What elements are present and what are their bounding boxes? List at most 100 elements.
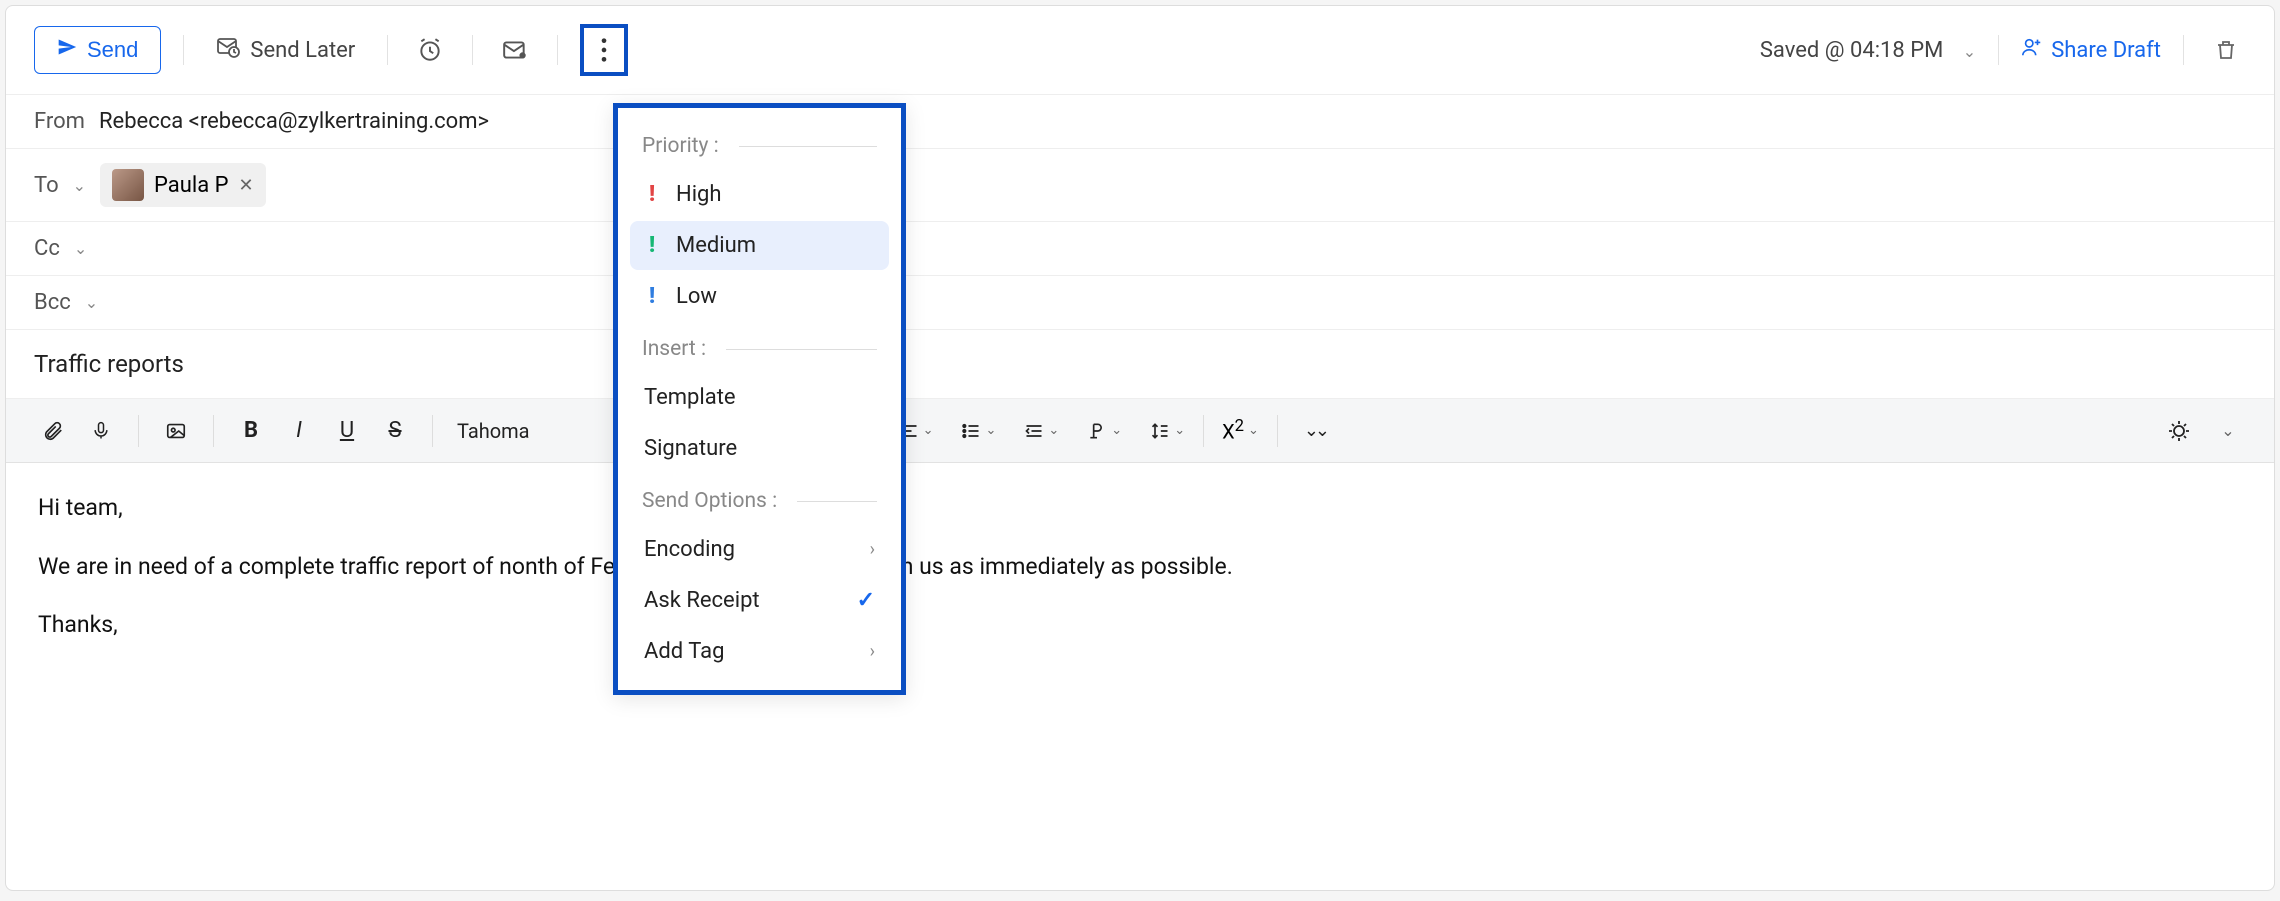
indent-button[interactable]: ⌄	[1024, 421, 1059, 441]
cc-label: Cc	[34, 236, 60, 261]
chevron-down-icon: ⌄	[985, 423, 996, 438]
separator	[1203, 415, 1204, 447]
format-toolbar: B I U S Tahoma A A ⌄ ⌄ ⌄ ⌄ ⌄	[6, 399, 2274, 463]
divider	[1998, 35, 1999, 65]
underline-button[interactable]: U	[328, 412, 366, 450]
direction-button[interactable]: ⌄	[1087, 421, 1122, 441]
toolbar-left: Send Send Later	[34, 24, 628, 76]
add-tag-item[interactable]: Add Tag ›	[630, 627, 889, 676]
send-later-button[interactable]: Send Later	[206, 29, 365, 71]
share-draft-label: Share Draft	[2051, 38, 2161, 63]
from-value[interactable]: Rebecca <rebecca@zylkertraining.com>	[99, 109, 489, 134]
priority-high-icon: !	[644, 182, 660, 207]
divider	[183, 35, 184, 65]
chevron-down-icon[interactable]: ⌄	[73, 176, 86, 195]
divider	[2183, 35, 2184, 65]
signature-label: Signature	[644, 436, 737, 461]
ask-receipt-label: Ask Receipt	[644, 588, 760, 613]
priority-high-item[interactable]: ! High	[630, 170, 889, 219]
chevron-down-icon[interactable]: ⌄	[2208, 412, 2246, 450]
ask-receipt-item[interactable]: Ask Receipt ✓	[630, 576, 889, 625]
chevron-down-icon: ⌄	[1048, 423, 1059, 438]
attachment-icon[interactable]	[34, 412, 72, 450]
chevron-down-icon: ⌄	[1174, 423, 1185, 438]
divider	[472, 35, 473, 65]
chevron-down-icon[interactable]: ⌄	[74, 239, 87, 258]
superscript-button[interactable]: X2 ⌄	[1222, 417, 1259, 444]
priority-low-label: Low	[676, 284, 717, 309]
chevron-right-icon: ›	[870, 641, 875, 662]
divider	[387, 35, 388, 65]
subject-input[interactable]: Traffic reports	[6, 330, 2274, 399]
bcc-label: Bcc	[34, 290, 71, 315]
send-button[interactable]: Send	[34, 26, 161, 74]
separator	[138, 415, 139, 447]
to-label: To	[34, 173, 59, 198]
insert-signature-item[interactable]: Signature	[630, 424, 889, 473]
list-button[interactable]: ⌄	[961, 421, 996, 441]
body-line: Thanks,	[38, 608, 2242, 643]
separator	[1277, 415, 1278, 447]
send-button-label: Send	[87, 37, 138, 63]
email-body[interactable]: Hi team, We are in need of a complete tr…	[6, 463, 2274, 695]
add-tag-label: Add Tag	[644, 639, 724, 664]
chevron-down-icon[interactable]: ⌄	[85, 293, 98, 312]
italic-button[interactable]: I	[280, 412, 318, 450]
font-family-select[interactable]: Tahoma	[451, 419, 536, 443]
send-icon	[57, 37, 77, 63]
delete-icon[interactable]	[2206, 30, 2246, 70]
send-later-icon	[216, 35, 240, 65]
top-toolbar: Send Send Later Sav	[6, 6, 2274, 95]
strikethrough-button[interactable]: S	[376, 412, 414, 450]
separator	[213, 415, 214, 447]
priority-low-item[interactable]: ! Low	[630, 272, 889, 321]
insert-section-label: Insert :	[618, 323, 901, 371]
theme-toggle-icon[interactable]	[2160, 412, 2198, 450]
reminder-icon[interactable]	[410, 30, 450, 70]
bcc-row[interactable]: Bcc ⌄	[6, 276, 2274, 330]
to-row[interactable]: To ⌄ Paula P ✕	[6, 149, 2274, 222]
encoding-item[interactable]: Encoding ›	[630, 525, 889, 574]
share-icon	[2021, 36, 2043, 64]
saved-timestamp[interactable]: Saved @ 04:18 PM ⌄	[1760, 38, 1976, 63]
template-label: Template	[644, 385, 736, 410]
microphone-icon[interactable]	[82, 412, 120, 450]
image-icon[interactable]	[157, 412, 195, 450]
chevron-down-icon: ⌄	[1248, 423, 1259, 438]
expand-toolbar-icon[interactable]: ⌄⌄	[1296, 412, 1334, 450]
chevron-down-icon: ⌄	[923, 423, 934, 438]
recipient-chip[interactable]: Paula P ✕	[100, 163, 266, 207]
chevron-down-icon: ⌄	[1111, 423, 1122, 438]
priority-high-label: High	[676, 182, 722, 207]
more-options-popup: Priority : ! High ! Medium ! Low Insert …	[613, 103, 906, 695]
priority-medium-icon: !	[644, 233, 660, 258]
body-line: Hi team,	[38, 491, 2242, 526]
compose-window: Send Send Later Sav	[5, 5, 2275, 891]
share-draft-button[interactable]: Share Draft	[2021, 36, 2161, 64]
remove-chip-icon[interactable]: ✕	[239, 175, 254, 196]
body-line: We are in need of a complete traffic rep…	[38, 550, 2242, 585]
cc-row[interactable]: Cc ⌄	[6, 222, 2274, 276]
line-height-button[interactable]: ⌄	[1150, 421, 1185, 441]
priority-section-label: Priority :	[618, 120, 901, 168]
divider	[557, 35, 558, 65]
from-label: From	[34, 109, 85, 134]
more-options-button[interactable]	[580, 24, 628, 76]
avatar	[112, 169, 144, 201]
encoding-label: Encoding	[644, 537, 735, 562]
insert-template-item[interactable]: Template	[630, 373, 889, 422]
chevron-right-icon: ›	[870, 539, 875, 560]
from-row: From Rebecca <rebecca@zylkertraining.com…	[6, 95, 2274, 149]
bold-button[interactable]: B	[232, 412, 270, 450]
chevron-down-icon: ⌄	[1963, 42, 1976, 61]
mail-status-icon[interactable]	[495, 30, 535, 70]
check-icon: ✓	[857, 588, 875, 613]
toolbar-right: Saved @ 04:18 PM ⌄ Share Draft	[1760, 30, 2246, 70]
send-options-section-label: Send Options :	[618, 475, 901, 523]
priority-medium-item[interactable]: ! Medium	[630, 221, 889, 270]
chip-name: Paula P	[154, 173, 229, 198]
separator	[432, 415, 433, 447]
send-later-label: Send Later	[250, 38, 355, 63]
priority-medium-label: Medium	[676, 233, 756, 258]
priority-low-icon: !	[644, 284, 660, 309]
